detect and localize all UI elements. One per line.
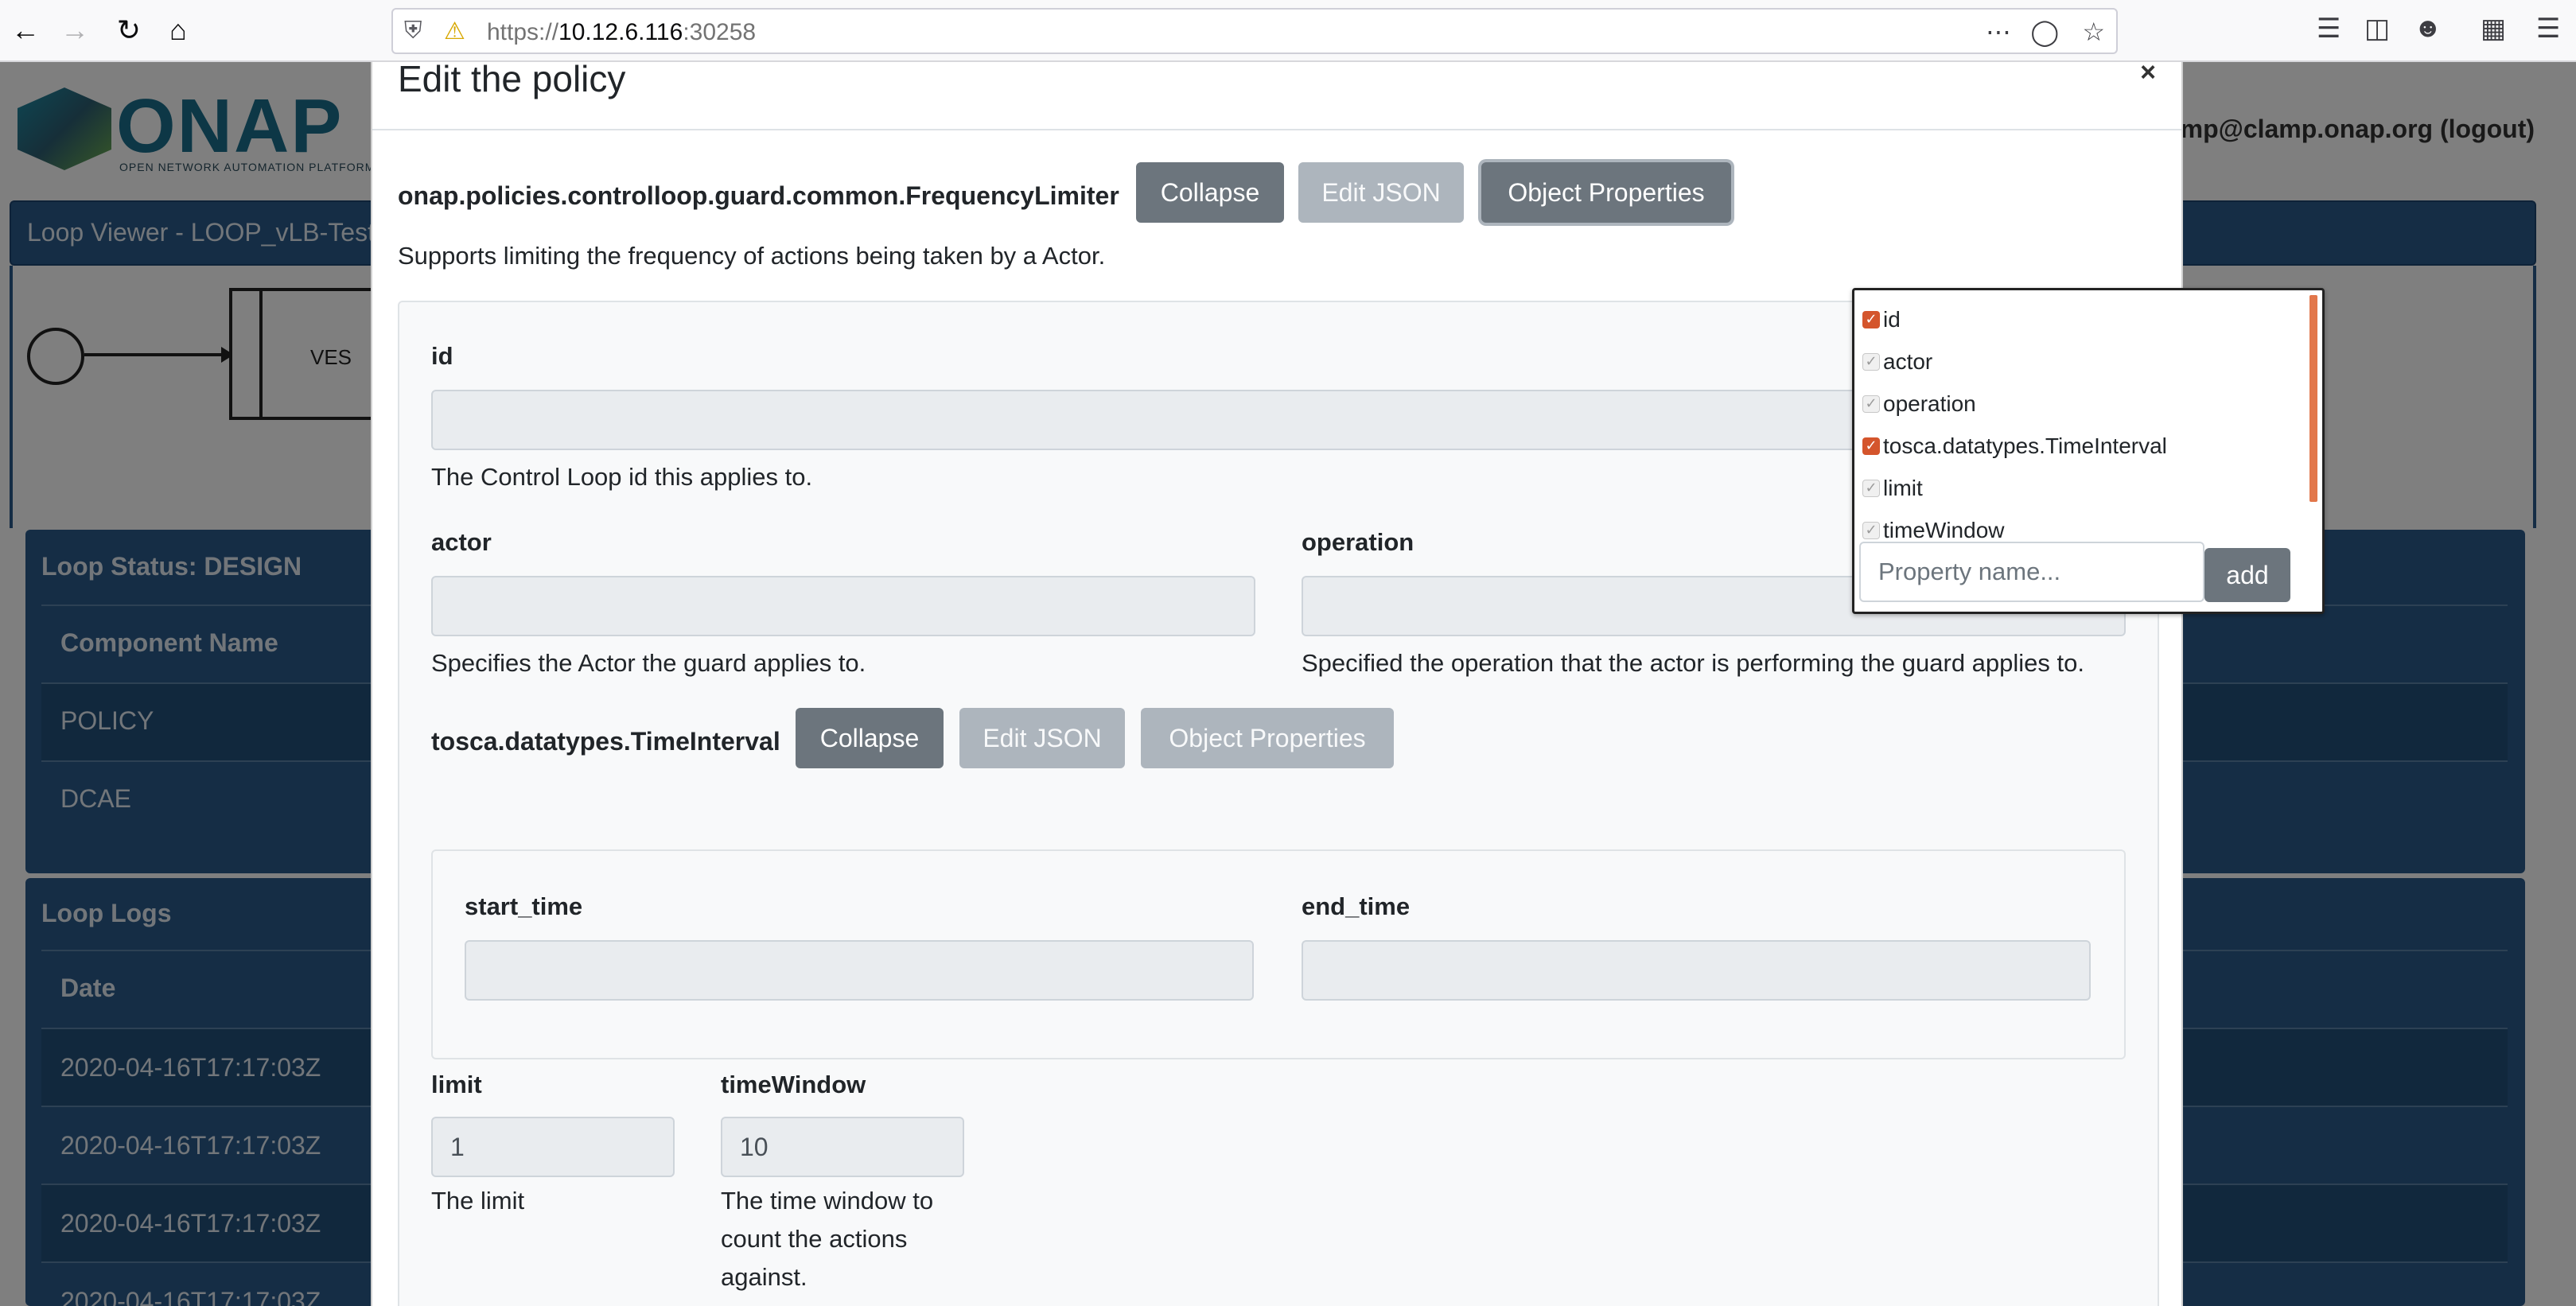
property-label: timeWindow: [1883, 517, 2005, 542]
property-label: limit: [1883, 475, 1923, 500]
object-properties-button[interactable]: Object Properties: [1481, 162, 1731, 223]
property-name-input[interactable]: Property name...: [1859, 542, 2204, 602]
time-window-help-line: count the actions: [721, 1225, 908, 1253]
checkbox-checked-icon[interactable]: ✓: [1862, 310, 1880, 328]
actor-field[interactable]: [431, 576, 1255, 636]
property-label: id: [1883, 306, 1901, 332]
limit-field[interactable]: 1: [431, 1117, 675, 1177]
schema-description: Supports limiting the frequency of actio…: [398, 242, 1106, 270]
checkbox-disabled-icon[interactable]: ✓: [1862, 352, 1880, 371]
start-time-label: start_time: [465, 892, 583, 920]
edit-json-button[interactable]: Edit JSON: [1298, 162, 1464, 223]
time-window-field[interactable]: 10: [721, 1117, 964, 1177]
checkbox-disabled-icon[interactable]: ✓: [1862, 395, 1880, 413]
checkbox-checked-icon[interactable]: ✓: [1862, 437, 1880, 455]
url-bar[interactable]: ⛨ ⚠ https://10.12.6.116:30258 ⋯ ◯ ☆: [391, 8, 2118, 54]
bookmark-star-icon[interactable]: ☆: [2082, 17, 2105, 47]
back-icon[interactable]: ←: [5, 10, 46, 51]
edit-policy-modal: Edit the policy × onap.policies.controll…: [371, 57, 2325, 1306]
end-time-label: end_time: [1302, 892, 1411, 920]
properties-scrollbar[interactable]: [2309, 295, 2317, 502]
url-port: :30258: [683, 19, 757, 45]
insecure-lock-icon[interactable]: ⚠: [444, 17, 465, 45]
account-icon[interactable]: ☻: [2414, 13, 2442, 44]
checkbox-disabled-icon[interactable]: ✓: [1862, 479, 1880, 497]
object-properties-dropdown: ✓ id ✓ actor ✓ operation ✓ tosca.datatyp…: [1852, 288, 2325, 614]
forward-icon[interactable]: →: [54, 10, 95, 51]
reload-icon[interactable]: ↻: [108, 10, 150, 51]
actor-help: Specifies the Actor the guard applies to…: [431, 649, 866, 677]
url-host: 10.12.6.116: [558, 19, 683, 45]
url-prefix: https://: [487, 19, 559, 45]
browser-toolbar: ← → ↻ ⌂ ⛨ ⚠ https://10.12.6.116:30258 ⋯ …: [0, 0, 2576, 62]
time-interval-edit-json-button[interactable]: Edit JSON: [959, 708, 1125, 768]
pocket-icon[interactable]: ◯: [2030, 17, 2059, 47]
page-actions-icon[interactable]: ⋯: [1986, 17, 2011, 47]
modal-title: Edit the policy: [398, 58, 626, 99]
time-window-label: timeWindow: [721, 1071, 866, 1098]
modal-header-divider: [372, 129, 2181, 130]
time-window-help-line: The time window to: [721, 1187, 934, 1215]
time-interval-collapse-button[interactable]: Collapse: [796, 708, 944, 768]
property-item-id[interactable]: ✓ id: [1862, 298, 2308, 340]
url-text[interactable]: https://10.12.6.116:30258: [487, 19, 756, 46]
property-label: actor: [1883, 348, 1933, 374]
home-icon[interactable]: ⌂: [158, 10, 199, 51]
limit-label: limit: [431, 1071, 482, 1098]
schema-name: onap.policies.controlloop.guard.common.F…: [398, 181, 1119, 210]
extensions-icon[interactable]: ▦: [2481, 13, 2506, 45]
property-item-limit[interactable]: ✓ limit: [1862, 467, 2308, 509]
time-window-help-line: against.: [721, 1263, 807, 1291]
actor-label: actor: [431, 528, 492, 556]
time-interval-card: start_time end_time: [431, 849, 2126, 1059]
menu-icon[interactable]: ☰: [2536, 13, 2560, 45]
id-help: The Control Loop id this applies to.: [431, 463, 813, 491]
add-property-button[interactable]: add: [2204, 548, 2290, 602]
property-label: operation: [1883, 391, 1976, 416]
id-label: id: [431, 342, 453, 370]
property-item-actor[interactable]: ✓ actor: [1862, 340, 2308, 383]
property-item-operation[interactable]: ✓ operation: [1862, 383, 2308, 425]
start-time-field[interactable]: [465, 940, 1254, 1001]
end-time-field[interactable]: [1302, 940, 2091, 1001]
collapse-button[interactable]: Collapse: [1136, 162, 1284, 223]
sidebar-icon[interactable]: ◫: [2364, 13, 2390, 45]
properties-list: ✓ id ✓ actor ✓ operation ✓ tosca.datatyp…: [1862, 298, 2308, 551]
property-item-time-interval[interactable]: ✓ tosca.datatypes.TimeInterval: [1862, 425, 2308, 467]
time-interval-heading: tosca.datatypes.TimeInterval: [431, 727, 780, 756]
checkbox-disabled-icon[interactable]: ✓: [1862, 521, 1880, 539]
library-icon[interactable]: ☰: [2317, 13, 2341, 45]
operation-label: operation: [1302, 528, 1414, 556]
property-label: tosca.datatypes.TimeInterval: [1883, 433, 2167, 458]
shield-icon[interactable]: ⛨: [404, 17, 422, 45]
close-icon[interactable]: ×: [2140, 57, 2156, 88]
operation-help: Specified the operation that the actor i…: [1302, 649, 2084, 677]
limit-help: The limit: [431, 1187, 525, 1215]
time-interval-object-properties-button[interactable]: Object Properties: [1141, 708, 1394, 768]
